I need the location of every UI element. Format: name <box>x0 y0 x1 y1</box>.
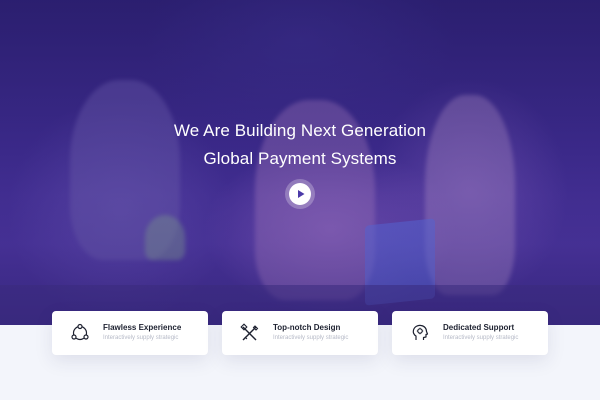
feature-card-subtitle: Interactively supply strategic <box>103 335 179 341</box>
support-head-icon <box>410 323 430 343</box>
feature-card-title: Dedicated Support <box>443 323 515 332</box>
feature-card-flawless-experience[interactable]: Flawless Experience Interactively supply… <box>52 311 208 355</box>
feature-card-dedicated-support[interactable]: Dedicated Support Interactively supply s… <box>392 311 548 355</box>
users-network-icon <box>70 323 90 343</box>
landing-page: We Are Building Next Generation Global P… <box>0 0 600 400</box>
feature-card-subtitle: Interactively supply strategic <box>443 335 519 341</box>
hero-section: We Are Building Next Generation Global P… <box>0 0 600 325</box>
play-icon <box>298 190 305 198</box>
play-video-button[interactable] <box>289 183 311 205</box>
hero-heading-line-1: We Are Building Next Generation <box>173 121 427 140</box>
hero-heading: We Are Building Next Generation Global P… <box>0 117 600 173</box>
feature-card-top-notch-design[interactable]: Top-notch Design Interactively supply st… <box>222 311 378 355</box>
feature-card-title: Flawless Experience <box>103 323 182 332</box>
design-tools-icon <box>240 323 260 343</box>
hero-heading-line-2: Global Payment Systems <box>203 149 397 168</box>
feature-card-title: Top-notch Design <box>273 323 341 332</box>
feature-card-subtitle: Interactively supply strategic <box>273 335 349 341</box>
